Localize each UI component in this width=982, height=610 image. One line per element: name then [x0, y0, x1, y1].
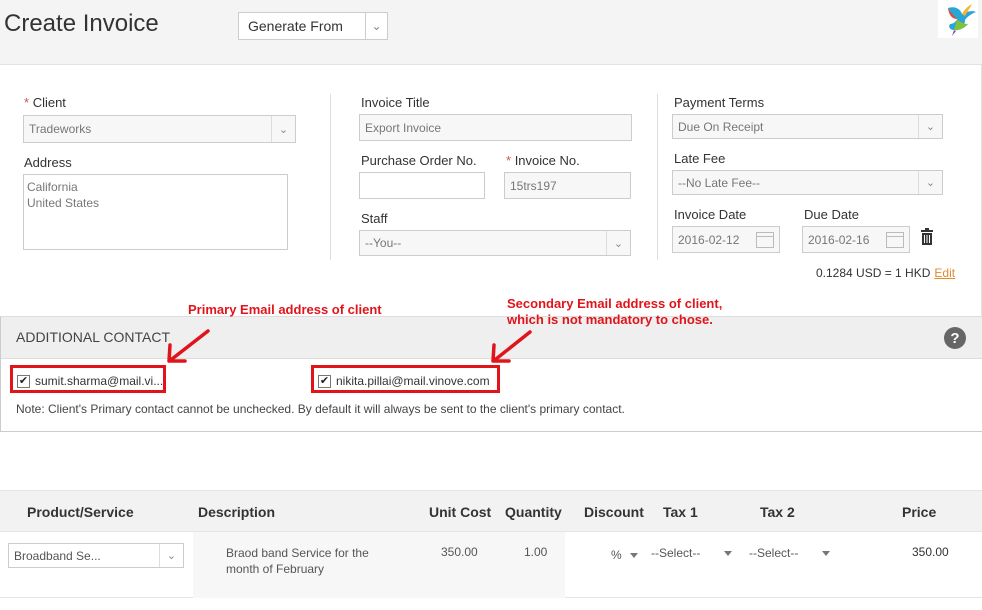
column-header-tax-1: Tax 1 [663, 504, 698, 520]
chevron-down-icon: ⌄ [159, 544, 183, 567]
invoice-no-input[interactable]: 15trs197 [504, 172, 631, 199]
trash-icon[interactable] [920, 228, 934, 246]
address-label: Address [24, 155, 72, 170]
caret-down-icon [724, 550, 733, 556]
caret-down-icon [629, 552, 638, 558]
due-date-value: 2016-02-16 [808, 232, 870, 247]
column-header-quantity: Quantity [505, 504, 562, 520]
late-fee-value: --No Late Fee-- [678, 175, 761, 190]
arrow-icon [491, 330, 532, 363]
description-cell[interactable]: Braod band Service for the month of Febr… [226, 545, 369, 577]
chevron-down-icon: ⌄ [271, 116, 295, 142]
table-row: Broadband Se... ⌄ Braod band Service for… [0, 532, 982, 598]
chevron-down-icon: ⌄ [606, 231, 630, 255]
purchase-order-label: Purchase Order No. [361, 153, 477, 168]
top-bar: Create Invoice Generate From ⌄ [0, 0, 982, 64]
price-cell: 350.00 [912, 545, 949, 559]
tax-2-value: --Select-- [749, 546, 799, 560]
generate-from-button[interactable]: Generate From ⌄ [238, 12, 388, 40]
generate-from-label: Generate From [248, 18, 343, 34]
invoice-date-label: Invoice Date [674, 207, 747, 222]
tax-1-select[interactable]: --Select-- [651, 546, 733, 560]
spacer [0, 432, 982, 490]
tax-2-select[interactable]: --Select-- [749, 546, 831, 560]
quantity-cell[interactable]: 1.00 [524, 545, 547, 559]
discount-select[interactable]: % [611, 548, 638, 562]
calendar-icon[interactable] [756, 231, 774, 248]
caret-down-icon [822, 550, 831, 556]
address-line-2: United States [27, 196, 100, 210]
client-value: Tradeworks [29, 122, 92, 136]
exchange-rate: 0.1284 USD = 1 HKD Edit [816, 266, 955, 280]
calendar-icon[interactable] [886, 231, 904, 248]
due-date-input[interactable]: 2016-02-16 [802, 226, 910, 253]
staff-select[interactable]: --You-- ⌄ [359, 230, 631, 256]
invoice-title-input[interactable]: Export Invoice [359, 114, 632, 141]
column-header-tax-2: Tax 2 [760, 504, 795, 520]
unit-cost-cell[interactable]: 350.00 [441, 545, 478, 559]
product-value: Broadband Se... [14, 548, 101, 563]
product-select[interactable]: Broadband Se... ⌄ [8, 543, 184, 568]
primary-email-highlight [10, 365, 166, 393]
exchange-rate-text: 0.1284 USD = 1 HKD [816, 266, 931, 280]
column-header-description: Description [198, 504, 276, 520]
payment-terms-value: Due On Receipt [678, 119, 764, 134]
invoice-date-input[interactable]: 2016-02-12 [672, 226, 780, 253]
staff-label: Staff [361, 211, 388, 226]
hummingbird-logo-icon [938, 0, 978, 38]
invoice-date-value: 2016-02-12 [678, 232, 740, 247]
page-title: Create Invoice [4, 10, 159, 37]
payment-terms-label: Payment Terms [674, 95, 765, 110]
secondary-email-highlight [311, 365, 500, 393]
client-label: * Client [24, 95, 66, 110]
column-header-discount: Discount [584, 504, 644, 520]
additional-contact-title: ADDITIONAL CONTACT [16, 329, 171, 345]
column-header-unit-cost: Unit Cost [429, 504, 492, 520]
secondary-email-annotation: Secondary Email address of client, which… [507, 296, 723, 327]
purchase-order-input[interactable] [359, 172, 485, 199]
payment-terms-select[interactable]: Due On Receipt ⌄ [672, 114, 943, 139]
invoice-no-value: 15trs197 [510, 178, 557, 193]
address-line-1: California [27, 180, 78, 194]
due-date-label: Due Date [804, 207, 859, 222]
column-divider [657, 94, 658, 260]
discount-value: % [611, 548, 622, 562]
chevron-down-icon: ⌄ [918, 171, 942, 194]
address-textarea[interactable]: California United States [23, 174, 288, 250]
next-table-row [0, 598, 982, 610]
items-table-header: Product/Service Description Unit Cost Qu… [0, 490, 982, 532]
staff-value: --You-- [365, 236, 402, 250]
edit-exchange-link[interactable]: Edit [934, 266, 955, 280]
primary-email-annotation: Primary Email address of client [188, 302, 382, 317]
tax-1-value: --Select-- [651, 546, 701, 560]
invoice-title-label: Invoice Title [361, 95, 430, 110]
arrow-icon [167, 329, 210, 363]
column-header-price: Price [902, 504, 937, 520]
client-select[interactable]: Tradeworks ⌄ [23, 115, 296, 143]
primary-contact-note: Note: Client's Primary contact cannot be… [16, 402, 625, 416]
invoice-title-value: Export Invoice [365, 120, 442, 135]
late-fee-label: Late Fee [674, 151, 726, 166]
column-header-product: Product/Service [27, 504, 134, 520]
late-fee-select[interactable]: --No Late Fee-- ⌄ [672, 170, 943, 195]
column-divider [330, 94, 331, 260]
invoice-no-label: * Invoice No. [506, 153, 580, 168]
help-icon[interactable]: ? [944, 327, 966, 349]
chevron-down-icon: ⌄ [365, 13, 387, 39]
chevron-down-icon: ⌄ [918, 115, 942, 138]
